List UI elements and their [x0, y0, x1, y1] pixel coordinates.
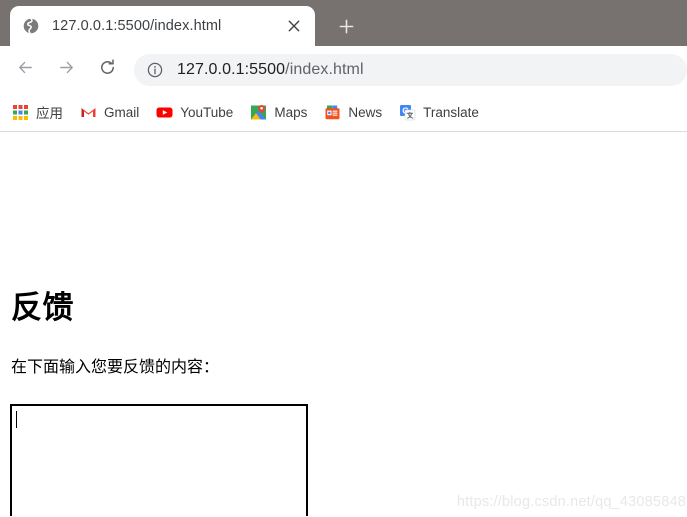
close-icon[interactable] [283, 15, 305, 37]
new-tab-button[interactable] [329, 9, 363, 43]
reload-button[interactable] [90, 53, 124, 87]
bookmark-gmail[interactable]: Gmail [80, 99, 147, 125]
address-bar-text: 127.0.0.1:5500/index.html [177, 61, 364, 79]
watermark-text: https://blog.csdn.net/qq_43085848 [456, 494, 686, 510]
page-title: 反馈 [11, 290, 74, 325]
bookmark-label: 应用 [36, 106, 63, 121]
tab-title: 127.0.0.1:5500/index.html [52, 18, 222, 34]
globe-icon [22, 17, 40, 35]
youtube-icon [156, 104, 173, 121]
bookmark-label: Gmail [104, 104, 140, 120]
bookmark-apps[interactable]: 应用 [12, 99, 71, 125]
bookmark-youtube[interactable]: YouTube [156, 99, 241, 125]
gmail-icon [80, 104, 97, 121]
translate-icon: G [399, 104, 416, 121]
info-circle-icon[interactable] [147, 62, 163, 78]
url-path: /index.html [285, 60, 364, 78]
forward-button[interactable] [49, 53, 83, 87]
page-content: 反馈 在下面输入您要反馈的内容： 提交 清除 https://blog.csdn… [0, 132, 687, 516]
instruction-text: 在下面输入您要反馈的内容： [11, 359, 220, 376]
bookmark-news[interactable]: News [324, 99, 390, 125]
bookmarks-bar: 应用 Gmail YouTube Maps News Translate [0, 93, 687, 132]
back-arrow-icon [16, 58, 35, 82]
back-button[interactable] [8, 53, 42, 87]
browser-tab-active[interactable]: 127.0.0.1:5500/index.html [10, 6, 315, 46]
bookmark-translate[interactable]: G Translate [399, 99, 487, 125]
url-host: 127.0.0.1:5500 [177, 60, 286, 78]
browser-window: 127.0.0.1:5500/index.html 127.0.0.1:5500… [0, 0, 687, 517]
apps-grid-icon [12, 104, 29, 121]
bookmark-label: News [348, 104, 383, 120]
bookmark-label: Maps [274, 104, 308, 120]
bookmark-maps[interactable]: Maps [250, 99, 315, 125]
bookmark-label: YouTube [180, 104, 234, 120]
bookmark-label: Translate [423, 104, 479, 120]
maps-icon [250, 104, 267, 121]
reload-icon [98, 58, 117, 82]
browser-toolbar: 127.0.0.1:5500/index.html [0, 46, 687, 93]
news-icon [324, 104, 341, 121]
tab-strip: 127.0.0.1:5500/index.html [0, 0, 687, 46]
text-caret [16, 411, 17, 428]
feedback-textarea[interactable] [10, 404, 308, 516]
address-bar[interactable]: 127.0.0.1:5500/index.html [134, 53, 687, 86]
forward-arrow-icon [57, 58, 76, 82]
